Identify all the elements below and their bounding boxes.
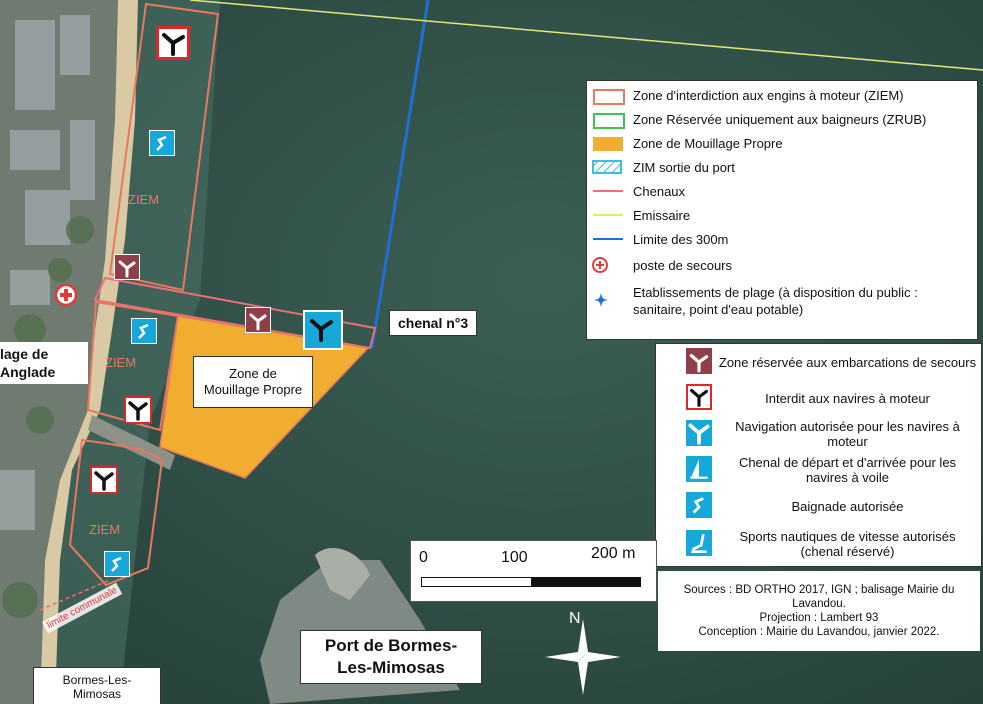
scale-bar-graphic: [421, 577, 641, 587]
beach-name-label: lage de Anglade: [0, 342, 88, 384]
map-sources: Sources : BD ORTHO 2017, IGN ; balisage …: [658, 571, 980, 651]
legend-item: Zone de Mouillage Propre: [587, 132, 783, 154]
zrub-swatch: [591, 111, 625, 129]
legend-item: Etablissements de plage (à disposition d…: [587, 284, 918, 328]
legend-item: Sports nautiques de vitesse autorisés (c…: [656, 526, 981, 562]
projection-line: Projection : Lambert 93: [759, 612, 879, 624]
ziem-swatch: [591, 87, 625, 105]
legend-item: poste de secours: [587, 254, 732, 276]
swimming-allowed-sign-icon: [104, 551, 130, 577]
legend-item: Zone Réservée uniquement aux baigneurs (…: [587, 108, 926, 130]
scale-tick-0: 0: [419, 549, 428, 566]
legend-item: Navigation autorisée pour les navires à …: [656, 416, 981, 452]
scale-tick-200: 200 m: [591, 545, 636, 562]
legend-item: Chenaux: [587, 180, 685, 202]
mooring-zone-label: Zone de Mouillage Propre: [193, 356, 313, 408]
rescue-boat-sign-icon: [114, 254, 140, 280]
north-label: N: [569, 610, 581, 627]
swimming-allowed-sign-icon: [131, 318, 157, 344]
legend-item: Zone d'interdiction aux engins à moteur …: [587, 84, 904, 106]
mooring-swatch: [591, 135, 625, 151]
ziem-label-mid: ZIEM: [105, 355, 137, 370]
rescue-boat-sign-icon: [245, 307, 271, 333]
port-name-label: Port de Bormes- Les-Mimosas: [300, 630, 482, 684]
legend-signs: Zone réservée aux embarcations de secour…: [655, 343, 982, 567]
emissaire-line-swatch: [591, 207, 625, 223]
legend-item: Emissaire: [587, 204, 690, 226]
ziem-label-south: ZIEM: [89, 522, 121, 537]
legend-item: Zone réservée aux embarcations de secour…: [656, 344, 981, 380]
motor-allowed-sign-icon: [303, 310, 343, 350]
rescue-cross-icon: [591, 257, 625, 273]
swimming-allowed-sign-icon: [149, 130, 175, 156]
legend-zones: Zone d'interdiction aux engins à moteur …: [586, 80, 978, 340]
motor-allowed-sign-icon: [686, 420, 712, 446]
zim-hatch-swatch: [591, 159, 625, 175]
sailing-channel-sign-icon: [686, 456, 712, 482]
legend-item: Chenal de départ et d'arrivée pour les n…: [656, 452, 981, 488]
motor-prohibited-sign-icon: [686, 384, 712, 410]
coastal-zoning-map[interactable]: ZIEM ZIEM ZIEM Zone de Mouillage Propre …: [0, 0, 983, 704]
legend-item: ZIM sortie du port: [587, 156, 735, 178]
limit-300m-line-swatch: [591, 231, 625, 247]
town-name-label: Bormes-Les- Mimosas: [33, 667, 161, 704]
rescue-post-icon: [54, 283, 78, 307]
channel-label: chenal n°3: [389, 310, 478, 336]
motor-prohibited-sign-icon: [124, 396, 152, 424]
sources-line: Sources : BD ORTHO 2017, IGN ; balisage …: [683, 584, 955, 610]
legend-item: Limite des 300m: [587, 228, 728, 250]
ziem-label-north: ZIEM: [128, 192, 160, 207]
rescue-boat-sign-icon: [686, 348, 712, 374]
scale-bar: 0 100 200 m: [410, 540, 657, 602]
legend-item: Baignade autorisée: [656, 488, 981, 524]
scale-tick-100: 100: [501, 549, 528, 566]
beach-facility-icon: [591, 292, 625, 308]
conception-line: Conception : Mairie du Lavandou, janvier…: [698, 626, 940, 638]
watersports-sign-icon: [686, 530, 712, 556]
chenaux-line-swatch: [591, 183, 625, 199]
swimming-allowed-sign-icon: [686, 492, 712, 518]
motor-prohibited-sign-icon: [156, 26, 190, 60]
motor-prohibited-sign-icon: [90, 466, 118, 494]
legend-item: Interdit aux navires à moteur: [656, 380, 981, 416]
